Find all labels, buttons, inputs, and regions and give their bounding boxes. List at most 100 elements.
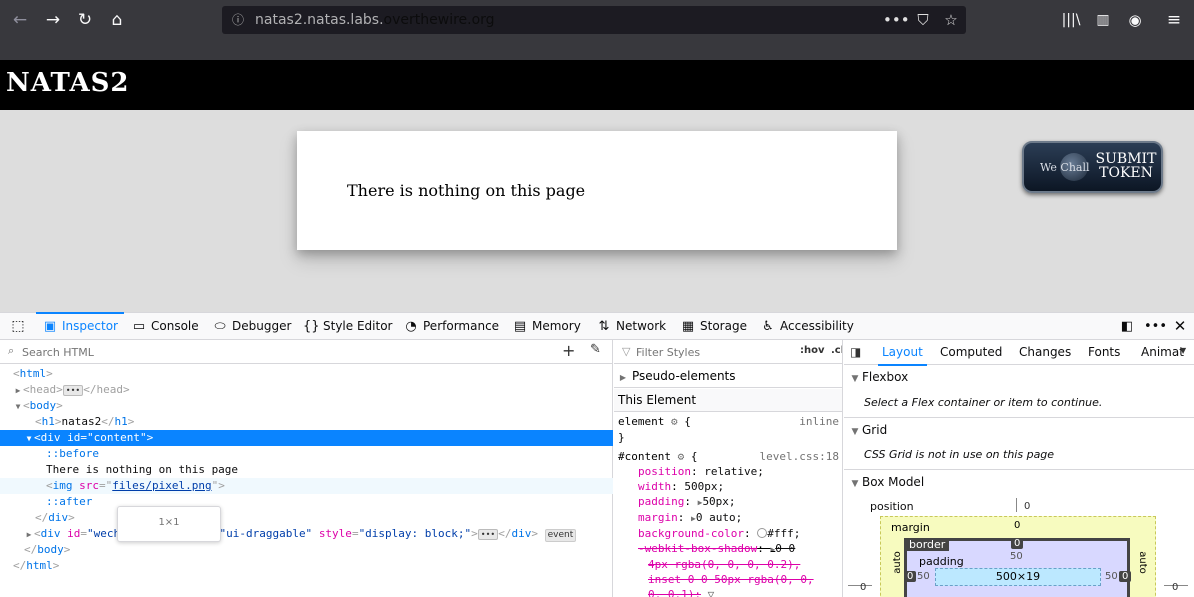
account-icon[interactable]: ◉ <box>1121 6 1149 34</box>
tree-row-img[interactable]: <img src="files/pixel.png"> <box>0 478 613 494</box>
tab-layout[interactable]: Layout <box>878 340 927 366</box>
content-text: There is nothing on this page <box>347 181 586 200</box>
page-title: NATAS2 <box>6 68 130 98</box>
gear-icon[interactable]: ⚙ <box>671 415 678 428</box>
eyedropper-icon[interactable]: ✎ <box>590 342 601 357</box>
pocket-icon[interactable]: ⛉ <box>912 6 934 34</box>
tree-row-div-wechall[interactable]: ▶<div id="wechallform" class="ui-draggab… <box>0 526 613 542</box>
submit-token-button[interactable]: We Chall SUBMIT TOKEN <box>1022 141 1163 193</box>
reload-icon[interactable]: ↻ <box>71 6 99 34</box>
tab-animations[interactable]: Animat <box>1141 340 1184 365</box>
network-icon: ⇅ <box>598 319 610 334</box>
tree-row-div-close[interactable]: </div> <box>0 510 613 526</box>
url-bar[interactable]: ⓘ natas2.natas.labs.overthewire.org ••• … <box>222 6 966 34</box>
collapsed-dots-icon[interactable]: ••• <box>62 385 84 396</box>
grid-header[interactable]: ▼ Grid <box>844 417 1194 441</box>
tab-changes[interactable]: Changes <box>1019 340 1071 365</box>
tree-row-before[interactable]: ::before <box>0 446 613 462</box>
content-size-box[interactable]: 500×19 <box>935 568 1101 586</box>
tab-inspector[interactable]: ▣ Inspector <box>36 312 124 340</box>
forward-icon[interactable]: → <box>39 6 67 34</box>
browser-toolbar: ← → ↻ ⌂ ⓘ natas2.natas.labs.overthewire.… <box>0 0 1194 60</box>
close-devtools-icon[interactable]: ✕ <box>1171 313 1189 340</box>
pseudo-elements-header[interactable]: ▶ Pseudo-elements <box>614 365 842 388</box>
wechall-label: We Chall <box>1040 161 1090 174</box>
collapse-icon[interactable]: ▼ <box>13 399 23 415</box>
filter-icon[interactable]: ▽ <box>708 588 715 597</box>
expand-icon[interactable]: ▶ <box>13 383 23 399</box>
toggle-pane-icon[interactable]: ◨ <box>850 345 861 359</box>
border-left-value[interactable]: 0 <box>904 571 917 582</box>
boxmodel-header[interactable]: ▼ Box Model <box>844 469 1194 493</box>
rule-source-link[interactable]: level.css:18 <box>760 449 839 464</box>
tab-computed[interactable]: Computed <box>940 340 1002 365</box>
position-top-value[interactable]: 0 <box>1024 501 1030 512</box>
tab-memory[interactable]: ▤ Memory <box>512 313 581 340</box>
tab-fonts[interactable]: Fonts <box>1088 340 1120 365</box>
border-top-value[interactable]: 0 <box>1011 538 1024 549</box>
img-src-link[interactable]: files/pixel.png <box>112 479 211 492</box>
sidebar-tabs: ◨ Layout Computed Changes Fonts Animat ▼ <box>844 340 1194 366</box>
menu-icon[interactable]: ≡ <box>1160 6 1188 34</box>
tree-row-text[interactable]: There is nothing on this page <box>0 462 613 478</box>
tree-row-html-close[interactable]: </html> <box>0 558 613 574</box>
natas-header: NATAS2 <box>0 60 1194 110</box>
event-badge[interactable]: event <box>544 529 577 542</box>
home-icon[interactable]: ⌂ <box>103 6 131 34</box>
page-viewport: NATAS2 There is nothing on this page We … <box>0 60 1194 312</box>
padding-right-value[interactable]: 50 <box>1105 571 1118 582</box>
padding-label: padding <box>919 555 964 568</box>
position-label: position <box>870 500 914 513</box>
tab-style-editor[interactable]: {} Style Editor <box>303 313 392 340</box>
tab-debugger[interactable]: ⬭ Debugger <box>212 313 291 340</box>
library-icon[interactable]: |||\ <box>1057 6 1085 34</box>
site-info-icon[interactable]: ⓘ <box>232 6 244 34</box>
cls-toggle[interactable]: .cl <box>831 345 842 356</box>
tab-storage[interactable]: ▦ Storage <box>680 313 747 340</box>
collapse-icon[interactable]: ▼ <box>24 431 34 447</box>
flexbox-header[interactable]: ▼ Flexbox <box>844 365 1194 389</box>
position-right-value[interactable]: 0 <box>1172 582 1178 593</box>
content-rule[interactable]: #content ⚙ {level.css:18 position: relat… <box>618 449 842 597</box>
border-right-value[interactable]: 0 <box>1119 571 1132 582</box>
dock-icon[interactable]: ◧ <box>1118 313 1136 340</box>
margin-top-value[interactable]: 0 <box>1014 520 1020 531</box>
performance-icon: ◔ <box>405 319 417 334</box>
element-rule[interactable]: element ⚙ { inline} <box>618 414 842 446</box>
tree-row-after[interactable]: ::after <box>0 494 613 510</box>
grid-note: CSS Grid is not in use on this page <box>864 448 1055 461</box>
tree-row-html[interactable]: <html> <box>0 366 613 382</box>
position-left-value[interactable]: 0 <box>860 582 866 593</box>
back-icon[interactable]: ← <box>6 6 34 34</box>
collapsed-dots-icon[interactable]: ••• <box>477 529 499 540</box>
tree-row-body-close[interactable]: </body> <box>0 542 613 558</box>
filter-styles-input[interactable] <box>636 343 786 361</box>
chevron-down-icon[interactable]: ▼ <box>1180 346 1186 355</box>
tree-row-h1[interactable]: <h1>natas2</h1> <box>0 414 613 430</box>
tab-network[interactable]: ⇅ Network <box>596 313 667 340</box>
tree-row-div-content[interactable]: ▼ <div id="content"> <box>0 430 613 446</box>
margin-left-value[interactable]: auto <box>892 551 903 574</box>
expand-icon[interactable]: ▶ <box>24 527 34 543</box>
tab-performance[interactable]: ◔ Performance <box>403 313 499 340</box>
tab-accessibility[interactable]: ♿ Accessibility <box>760 313 854 340</box>
padding-left-value[interactable]: 50 <box>917 571 930 582</box>
tree-row-body[interactable]: ▼ <body> <box>0 398 613 414</box>
color-swatch[interactable] <box>757 528 768 538</box>
element-picker-icon[interactable]: ⬚ <box>8 313 28 340</box>
tab-console[interactable]: ▭ Console <box>131 313 199 340</box>
page-actions-icon[interactable]: ••• <box>883 6 910 34</box>
tree-row-head[interactable]: ▶ <head> ••• </head> <box>0 382 613 398</box>
search-html-input[interactable] <box>22 343 542 361</box>
gear-icon[interactable]: ⚙ <box>678 450 685 463</box>
bookmark-star-icon[interactable]: ☆ <box>940 6 962 34</box>
sidebar-icon[interactable]: ▥ <box>1089 6 1117 34</box>
rules-toolbar: ▽ :hov .cl <box>614 340 842 364</box>
more-options-icon[interactable]: ••• <box>1144 313 1167 340</box>
padding-top-value[interactable]: 50 <box>1010 551 1023 562</box>
collapse-icon: ▼ <box>851 479 859 489</box>
add-node-icon[interactable]: + <box>562 341 575 360</box>
hov-toggle[interactable]: :hov <box>800 345 825 356</box>
margin-right-value[interactable]: auto <box>1137 551 1148 574</box>
url-text[interactable]: natas2.natas.labs.overthewire.org <box>255 6 495 34</box>
